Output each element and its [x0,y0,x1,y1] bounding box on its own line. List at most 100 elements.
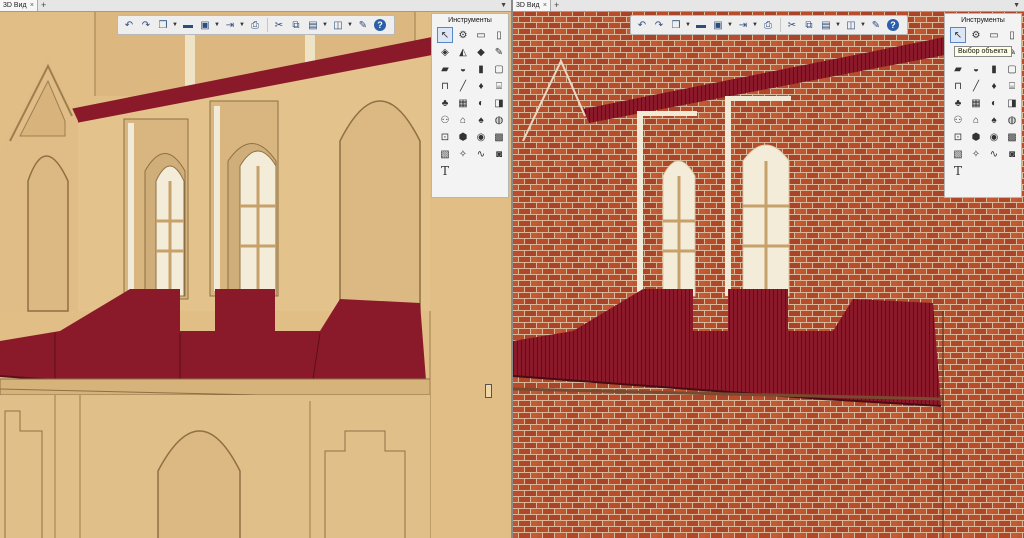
dimension-tool-icon[interactable]: ⌂ [968,112,984,128]
close-icon[interactable]: × [30,0,34,11]
redo-icon[interactable]: ↷ [651,17,667,33]
chevron-down-icon[interactable]: ▼ [835,17,841,33]
undo-icon[interactable]: ↶ [121,17,137,33]
paste-icon[interactable]: ▤ [305,17,321,33]
export-icon[interactable]: ⇥ [222,17,238,33]
add-tab-button[interactable]: + [554,0,559,11]
label-tool-icon[interactable]: ♠ [473,112,489,128]
redo-icon[interactable]: ↷ [138,17,154,33]
shell-tool-icon[interactable]: ◆ [473,44,489,60]
wall-tool-icon[interactable]: ▭ [473,27,489,43]
dimension-tool-icon[interactable]: ⌂ [455,112,471,128]
folder-icon[interactable]: ▬ [693,17,709,33]
stair-tool-icon[interactable]: ⌸ [1004,78,1020,94]
stair-tool-icon[interactable]: ⌸ [491,78,507,94]
polyline-tool-icon[interactable]: ✧ [968,146,984,162]
fill-tool-icon[interactable]: ▧ [950,146,966,162]
chevron-down-icon[interactable]: ▼ [727,17,733,33]
model-icon[interactable]: ❒ [155,17,171,33]
add-tab-button[interactable]: + [41,0,46,11]
column-tool-icon[interactable]: ▯ [1004,27,1020,43]
lamp-tool-icon[interactable]: ♦ [473,78,489,94]
spline-tool-icon[interactable]: ∿ [473,146,489,162]
door-tool-icon[interactable]: ▮ [473,61,489,77]
text-tool-icon[interactable]: T [950,163,966,179]
save-icon[interactable]: ▣ [710,17,726,33]
chevron-down-icon[interactable]: ▼ [322,17,328,33]
undo-icon[interactable]: ↶ [634,17,650,33]
print-icon[interactable]: ⎙ [760,17,776,33]
folder-icon[interactable]: ▬ [180,17,196,33]
model-icon[interactable]: ❒ [668,17,684,33]
zone-tool-icon[interactable]: ▦ [455,95,471,111]
spline-tool-icon[interactable]: ∿ [986,146,1002,162]
door-tool-icon[interactable]: ▮ [986,61,1002,77]
viewport-right[interactable]: 3D Вид × + ▼ ↶ ↷ ❒ ▼ ▬ ▣ ▼ ⇥ ▼ ⎙ ✂ ⧉ ▤ ▼… [513,0,1024,538]
orbit-tool-icon[interactable]: ⚙ [968,27,984,43]
morph-tool-icon[interactable]: ◐ [473,95,489,111]
export-icon[interactable]: ⇥ [735,17,751,33]
line-tool-icon[interactable]: ╱ [968,78,984,94]
figure-tool-icon[interactable]: ◍ [1004,112,1020,128]
hotspot-tool-icon[interactable]: ◙ [491,146,507,162]
copy-icon[interactable]: ⧉ [288,17,304,33]
wall-tool-icon[interactable]: ▭ [986,27,1002,43]
hotspot-tool-icon[interactable]: ◙ [1004,146,1020,162]
chevron-down-icon[interactable]: ▼ [239,17,245,33]
beam-tool-icon[interactable]: ▰ [437,61,453,77]
section-tool-icon[interactable]: ⊡ [437,129,453,145]
layers-icon[interactable]: ◫ [843,17,859,33]
viewport-left[interactable]: 3D Вид × + ▼ ↶ ↷ ❒ ▼ ▬ ▣ ▼ ⇥ ▼ ⎙ ✂ ⧉ ▤ ▼… [0,0,511,538]
beam-tool-icon[interactable]: ▰ [950,61,966,77]
chevron-down-icon[interactable]: ▼ [172,17,178,33]
tab-3d-view[interactable]: 3D Вид × [0,0,38,11]
line-tool-icon[interactable]: ╱ [455,78,471,94]
print-icon[interactable]: ⎙ [247,17,263,33]
worksheet-tool-icon[interactable]: ▩ [1004,129,1020,145]
chevron-down-icon[interactable]: ▼ [347,17,353,33]
select-tool-icon[interactable]: ↖ [437,27,453,43]
roof-tool-icon[interactable]: ◭ [455,44,471,60]
mesh-tool-icon[interactable]: ◒ [455,61,471,77]
elevation-tool-icon[interactable]: ⬢ [968,129,984,145]
select-tool-icon[interactable]: ↖ [950,27,966,43]
paste-icon[interactable]: ▤ [818,17,834,33]
camera-tool-icon[interactable]: ⚇ [950,112,966,128]
cut-icon[interactable]: ✂ [271,17,287,33]
text-tool-icon[interactable]: T [437,163,453,179]
close-icon[interactable]: × [543,0,547,11]
slab-tool-icon[interactable]: ◈ [437,44,453,60]
curtain-tool-icon[interactable]: ◨ [491,95,507,111]
column-tool-icon[interactable]: ▯ [491,27,507,43]
copy-icon[interactable]: ⧉ [801,17,817,33]
object-tool-icon[interactable]: ♣ [437,95,453,111]
object-tool-icon[interactable]: ♣ [950,95,966,111]
elevation-tool-icon[interactable]: ⬢ [455,129,471,145]
fill-tool-icon[interactable]: ▧ [437,146,453,162]
figure-tool-icon[interactable]: ◍ [491,112,507,128]
window-tool-icon[interactable]: ▢ [491,61,507,77]
save-icon[interactable]: ▣ [197,17,213,33]
zone-tool-icon[interactable]: ▦ [968,95,984,111]
railing-tool-icon[interactable]: ⊓ [950,78,966,94]
section-tool-icon[interactable]: ⊡ [950,129,966,145]
help-button[interactable]: ? [885,17,901,33]
chevron-down-icon[interactable]: ▼ [685,17,691,33]
layers-icon[interactable]: ◫ [330,17,346,33]
camera-tool-icon[interactable]: ⚇ [437,112,453,128]
window-tool-icon[interactable]: ▢ [1004,61,1020,77]
morph-tool-icon[interactable]: ◐ [986,95,1002,111]
cut-icon[interactable]: ✂ [784,17,800,33]
label-tool-icon[interactable]: ♠ [986,112,1002,128]
railing-tool-icon[interactable]: ⊓ [437,78,453,94]
lamp-tool-icon[interactable]: ♦ [986,78,1002,94]
help-button[interactable]: ? [372,17,388,33]
chevron-down-icon[interactable]: ▼ [752,17,758,33]
wrench-icon[interactable]: ✎ [355,17,371,33]
wrench-icon[interactable]: ✎ [868,17,884,33]
detail-tool-icon[interactable]: ◉ [473,129,489,145]
worksheet-tool-icon[interactable]: ▩ [491,129,507,145]
mesh-tool-icon[interactable]: ◒ [968,61,984,77]
pencil-tool-icon[interactable]: ✎ [491,44,507,60]
chevron-down-icon[interactable]: ▼ [500,0,507,11]
